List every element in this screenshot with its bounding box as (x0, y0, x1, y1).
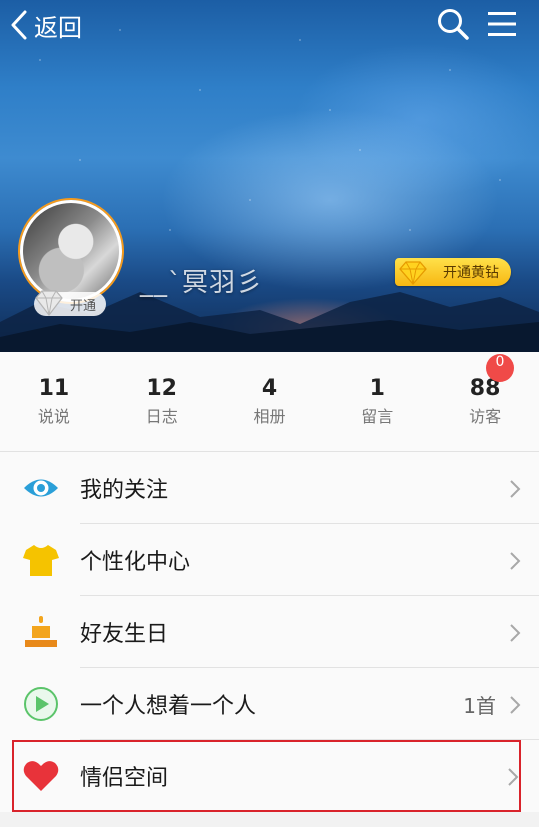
menu-item-personalization[interactable]: 个性化中心 (0, 524, 539, 596)
stat-count: 4 (261, 375, 278, 401)
menu-icon[interactable] (486, 8, 518, 40)
diamond-icon (35, 290, 63, 316)
chevron-left-icon (11, 10, 27, 40)
play-icon (24, 687, 58, 721)
search-icon[interactable] (436, 7, 470, 41)
chevron-right-icon (510, 624, 521, 642)
stat-blog[interactable]: 12 日志 (108, 352, 216, 451)
chevron-right-icon (508, 768, 519, 786)
menu-item-label: 我的关注 (80, 478, 169, 503)
stat-shuoshuo[interactable]: 11 说说 (0, 352, 108, 451)
song-count: 1首 (463, 693, 496, 718)
menu-item-label: 个性化中心 (80, 550, 191, 575)
stat-messages[interactable]: 1 留言 (323, 352, 431, 451)
chevron-right-icon (510, 552, 521, 570)
avatar-container[interactable] (20, 200, 122, 302)
top-bar: 返回 (0, 0, 539, 50)
tshirt-icon (23, 545, 59, 576)
stat-album[interactable]: 4 相册 (216, 352, 324, 451)
stat-label: 访客 (469, 406, 502, 426)
stat-label: 说说 (37, 406, 70, 426)
menu-item-friend-birthdays[interactable]: 好友生日 (0, 596, 539, 668)
stat-count: 11 (38, 375, 70, 401)
menu-list: 我的关注 个性化中心 好友生日 一个人想着一个人 1首 情侣空间 (0, 452, 539, 812)
stat-label: 日志 (145, 406, 178, 426)
avatar-badge-label: 开通 (69, 298, 96, 314)
avatar-vip-badge[interactable]: 开通 (34, 290, 106, 316)
avatar[interactable] (20, 200, 122, 302)
chevron-right-icon (510, 696, 521, 714)
yellow-diamond-icon (399, 261, 427, 285)
eye-icon (24, 479, 58, 497)
heart-icon (23, 761, 59, 791)
back-button[interactable]: 返回 (8, 8, 82, 42)
menu-item-label: 一个人想着一个人 (80, 694, 257, 719)
stats-bar: 11 说说 12 日志 4 相册 1 留言 88 访客 (0, 352, 539, 452)
nickname: __`冥羽彡 (140, 268, 264, 298)
stat-count: 1 (369, 375, 385, 401)
stat-label: 留言 (361, 406, 394, 426)
menu-item-music[interactable]: 一个人想着一个人 1首 (0, 668, 539, 740)
stat-count: 12 (146, 375, 177, 401)
stat-label: 相册 (253, 406, 286, 426)
menu-item-label: 好友生日 (80, 622, 169, 647)
menu-item-couple-space[interactable]: 情侣空间 (12, 740, 521, 812)
open-yellow-diamond-button[interactable]: 开通黄钻 (395, 258, 511, 286)
vip-button-label: 开通黄钻 (443, 265, 499, 281)
menu-item-label: 情侣空间 (80, 766, 169, 791)
menu-item-following[interactable]: 我的关注 (0, 452, 539, 524)
cake-icon (25, 616, 57, 647)
visitor-notification-badge: 0 (486, 354, 514, 382)
chevron-right-icon (510, 480, 521, 498)
back-label: 返回 (34, 13, 82, 42)
